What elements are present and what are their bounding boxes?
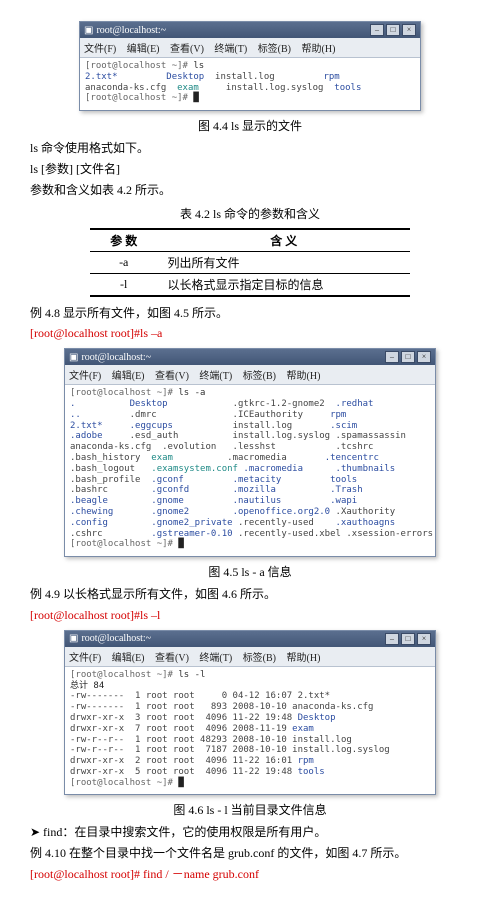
close-button[interactable]: ×: [417, 633, 431, 645]
menu-view[interactable]: 查看(V): [155, 653, 189, 664]
td-l: -l: [90, 273, 157, 296]
caption-4-5: 图 4.5 ls - a 信息: [30, 563, 470, 580]
menubar: 文件(F) 编辑(E) 查看(V) 终端(T) 标签(B) 帮助(H): [65, 365, 435, 385]
menu-term[interactable]: 终端(T): [199, 653, 232, 664]
terminal-window-ls: ▣ root@localhost:~ – □ × 文件(F) 编辑(E) 查看(…: [79, 21, 421, 111]
cmd-4-9: [root@localhost root]#ls –l: [30, 607, 470, 624]
titlebar: ▣ root@localhost:~ – □ ×: [80, 22, 420, 38]
menu-tab[interactable]: 标签(B): [243, 653, 276, 664]
minimize-button[interactable]: –: [385, 351, 399, 363]
menu-help[interactable]: 帮助(H): [287, 371, 321, 382]
menu-view[interactable]: 查看(V): [155, 371, 189, 382]
term-icon: ▣: [84, 25, 93, 36]
menu-file[interactable]: 文件(F): [84, 44, 116, 55]
cmd-find: [root@localhost root]# find / －name grub…: [30, 866, 470, 883]
close-button[interactable]: ×: [402, 24, 416, 36]
menubar: 文件(F) 编辑(E) 查看(V) 终端(T) 标签(B) 帮助(H): [65, 647, 435, 667]
find-desc: ➤ find：在目录中搜索文件，它的使用权限是所有用户。: [30, 824, 470, 841]
menu-help[interactable]: 帮助(H): [302, 44, 336, 55]
titlebar: ▣ root@localhost:~ – □ ×: [65, 631, 435, 647]
para-usage: ls 命令使用格式如下。: [30, 140, 470, 157]
param-table: 参 数 含 义 -a 列出所有文件 -l 以长格式显示指定目标的信息: [90, 228, 410, 297]
terminal-window-ls-l: ▣ root@localhost:~ – □ × 文件(F) 编辑(E) 查看(…: [64, 630, 436, 796]
terminal-window-ls-a: ▣ root@localhost:~ – □ × 文件(F) 编辑(E) 查看(…: [64, 348, 436, 557]
menu-term[interactable]: 终端(T): [199, 371, 232, 382]
para-syntax: ls [参数] [文件名]: [30, 161, 470, 178]
menu-help[interactable]: 帮助(H): [287, 653, 321, 664]
maximize-button[interactable]: □: [401, 351, 415, 363]
terminal-body[interactable]: [root@localhost ~]# ls -l 总计 84 -rw-----…: [65, 667, 435, 795]
menu-tab[interactable]: 标签(B): [243, 371, 276, 382]
menu-edit[interactable]: 编辑(E): [112, 653, 145, 664]
term-icon: ▣: [69, 352, 78, 363]
terminal-body[interactable]: [root@localhost ~]# ls 2.txt* Desktop in…: [80, 58, 420, 110]
menubar: 文件(F) 编辑(E) 查看(V) 终端(T) 标签(B) 帮助(H): [80, 38, 420, 58]
td-a-desc: 列出所有文件: [157, 251, 410, 273]
maximize-button[interactable]: □: [386, 24, 400, 36]
example-4-9: 例 4.9 以长格式显示所有文件，如图 4.6 所示。: [30, 586, 470, 603]
example-4-10: 例 4.10 在整个目录中找一个文件名是 grub.conf 的文件，如图 4.…: [30, 845, 470, 862]
menu-tab[interactable]: 标签(B): [258, 44, 291, 55]
minimize-button[interactable]: –: [385, 633, 399, 645]
terminal-body[interactable]: [root@localhost ~]# ls -a . Desktop .gtk…: [65, 385, 435, 556]
menu-file[interactable]: 文件(F): [69, 653, 101, 664]
term-icon: ▣: [69, 633, 78, 644]
menu-file[interactable]: 文件(F): [69, 371, 101, 382]
title-text: root@localhost:~: [96, 25, 166, 36]
titlebar: ▣ root@localhost:~ – □ ×: [65, 349, 435, 365]
caption-table: 表 4.2 ls 命令的参数和含义: [30, 205, 470, 222]
para-ref: 参数和含义如表 4.2 所示。: [30, 182, 470, 199]
example-4-8: 例 4.8 显示所有文件，如图 4.5 所示。: [30, 305, 470, 322]
maximize-button[interactable]: □: [401, 633, 415, 645]
title-text: root@localhost:~: [81, 352, 151, 363]
minimize-button[interactable]: –: [370, 24, 384, 36]
td-l-desc: 以长格式显示指定目标的信息: [157, 273, 410, 296]
menu-term[interactable]: 终端(T): [214, 44, 247, 55]
menu-edit[interactable]: 编辑(E): [112, 371, 145, 382]
td-a: -a: [90, 251, 157, 273]
close-button[interactable]: ×: [417, 351, 431, 363]
cmd-4-8: [root@localhost root]#ls –a: [30, 325, 470, 342]
th-param: 参 数: [90, 229, 157, 252]
menu-edit[interactable]: 编辑(E): [127, 44, 160, 55]
caption-4-6: 图 4.6 ls - l 当前目录文件信息: [30, 801, 470, 818]
title-text: root@localhost:~: [81, 633, 151, 644]
menu-view[interactable]: 查看(V): [170, 44, 204, 55]
caption-4-4: 图 4.4 ls 显示的文件: [30, 117, 470, 134]
th-meaning: 含 义: [157, 229, 410, 252]
